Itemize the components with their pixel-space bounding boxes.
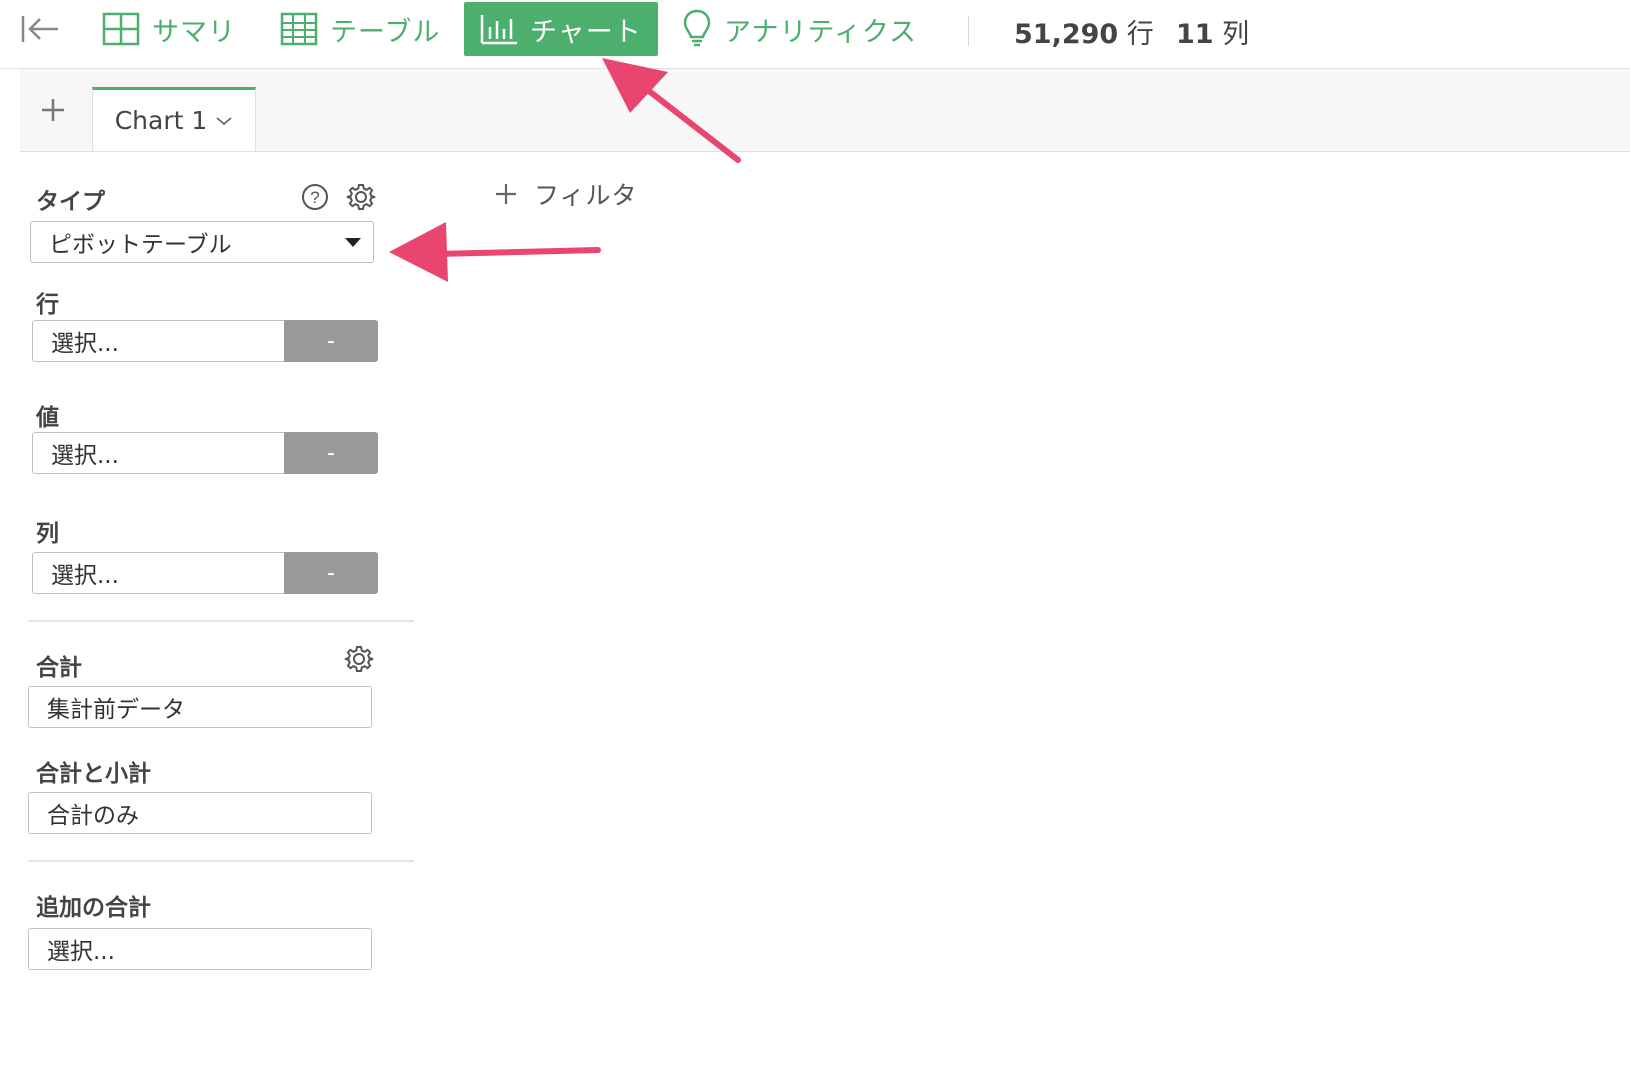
dropdown-caret-icon (345, 238, 361, 247)
collapse-left-icon[interactable] (20, 12, 60, 46)
row-count-value: 51,290 (1014, 19, 1119, 50)
tab-chart-label: チャート (530, 16, 642, 48)
chart-tab-1[interactable]: Chart 1 (92, 87, 256, 151)
chart-type-value: ピボットテーブル (49, 232, 232, 258)
rows-select[interactable]: 選択... (32, 320, 284, 362)
top-toolbar: サマリ テーブル チャート アナリティクス 51,290 行 11 列 (0, 0, 1630, 69)
add-chart-icon[interactable] (36, 93, 70, 127)
plus-icon (496, 184, 516, 204)
columns-remove-button[interactable]: - (284, 552, 378, 594)
subtotal-label: 合計と小計 (36, 761, 151, 787)
add-filter-button[interactable]: フィルタ (494, 176, 638, 212)
summary-grid-icon (102, 12, 140, 46)
toolbar-separator (968, 16, 969, 46)
lightbulb-icon (683, 9, 711, 47)
rows-label: 行 (36, 292, 59, 318)
section-divider (28, 860, 414, 862)
values-picker: 選択... - (32, 432, 378, 474)
extra-total-label: 追加の合計 (36, 895, 151, 921)
tab-analytics-label: アナリティクス (724, 16, 918, 48)
total-settings-gear-icon[interactable] (344, 644, 374, 678)
column-count-unit: 列 (1222, 19, 1250, 50)
tab-summary[interactable]: サマリ (102, 2, 236, 56)
filter-label: フィルタ (534, 181, 638, 210)
total-value: 集計前データ (47, 697, 185, 723)
values-remove-button[interactable]: - (284, 432, 378, 474)
tab-chart[interactable]: チャート (464, 2, 658, 56)
column-count-value: 11 (1176, 19, 1214, 50)
total-select[interactable]: 集計前データ (28, 686, 372, 728)
rows-picker: 選択... - (32, 320, 378, 362)
help-icon[interactable]: ? (301, 183, 329, 215)
type-label: タイプ (36, 189, 105, 215)
tab-summary-label: サマリ (152, 16, 236, 48)
row-count: 51,290 行 (1014, 12, 1154, 51)
extra-total-select[interactable]: 選択... (28, 928, 372, 970)
total-label: 合計 (36, 655, 82, 681)
tab-analytics[interactable]: アナリティクス (682, 2, 917, 56)
svg-text:?: ? (310, 188, 319, 207)
table-icon (280, 12, 318, 46)
rows-remove-button[interactable]: - (284, 320, 378, 362)
chevron-down-icon[interactable] (215, 115, 233, 127)
bar-chart-icon (480, 15, 517, 45)
chart-type-select[interactable]: ピボットテーブル (30, 221, 374, 263)
extra-total-placeholder: 選択... (47, 939, 115, 965)
columns-select[interactable]: 選択... (32, 552, 284, 594)
subtotal-select[interactable]: 合計のみ (28, 792, 372, 834)
subtotal-value: 合計のみ (47, 803, 139, 829)
columns-picker: 選択... - (32, 552, 378, 594)
chart-config-panel: タイプ ? ピボットテーブル 行 選択... - 値 選択... - 列 選択.… (20, 152, 430, 1070)
columns-label: 列 (36, 521, 59, 547)
section-divider (28, 620, 414, 622)
tab-table-label: テーブル (330, 16, 441, 48)
chart-tab-strip: Chart 1 (20, 69, 1630, 152)
row-count-unit: 行 (1126, 19, 1154, 50)
type-settings-gear-icon[interactable] (346, 182, 376, 216)
tab-table[interactable]: テーブル (280, 2, 440, 56)
chart-tab-label: Chart 1 (114, 106, 208, 135)
column-count: 11 列 (1176, 12, 1249, 51)
values-label: 値 (36, 405, 59, 431)
values-select[interactable]: 選択... (32, 432, 284, 474)
